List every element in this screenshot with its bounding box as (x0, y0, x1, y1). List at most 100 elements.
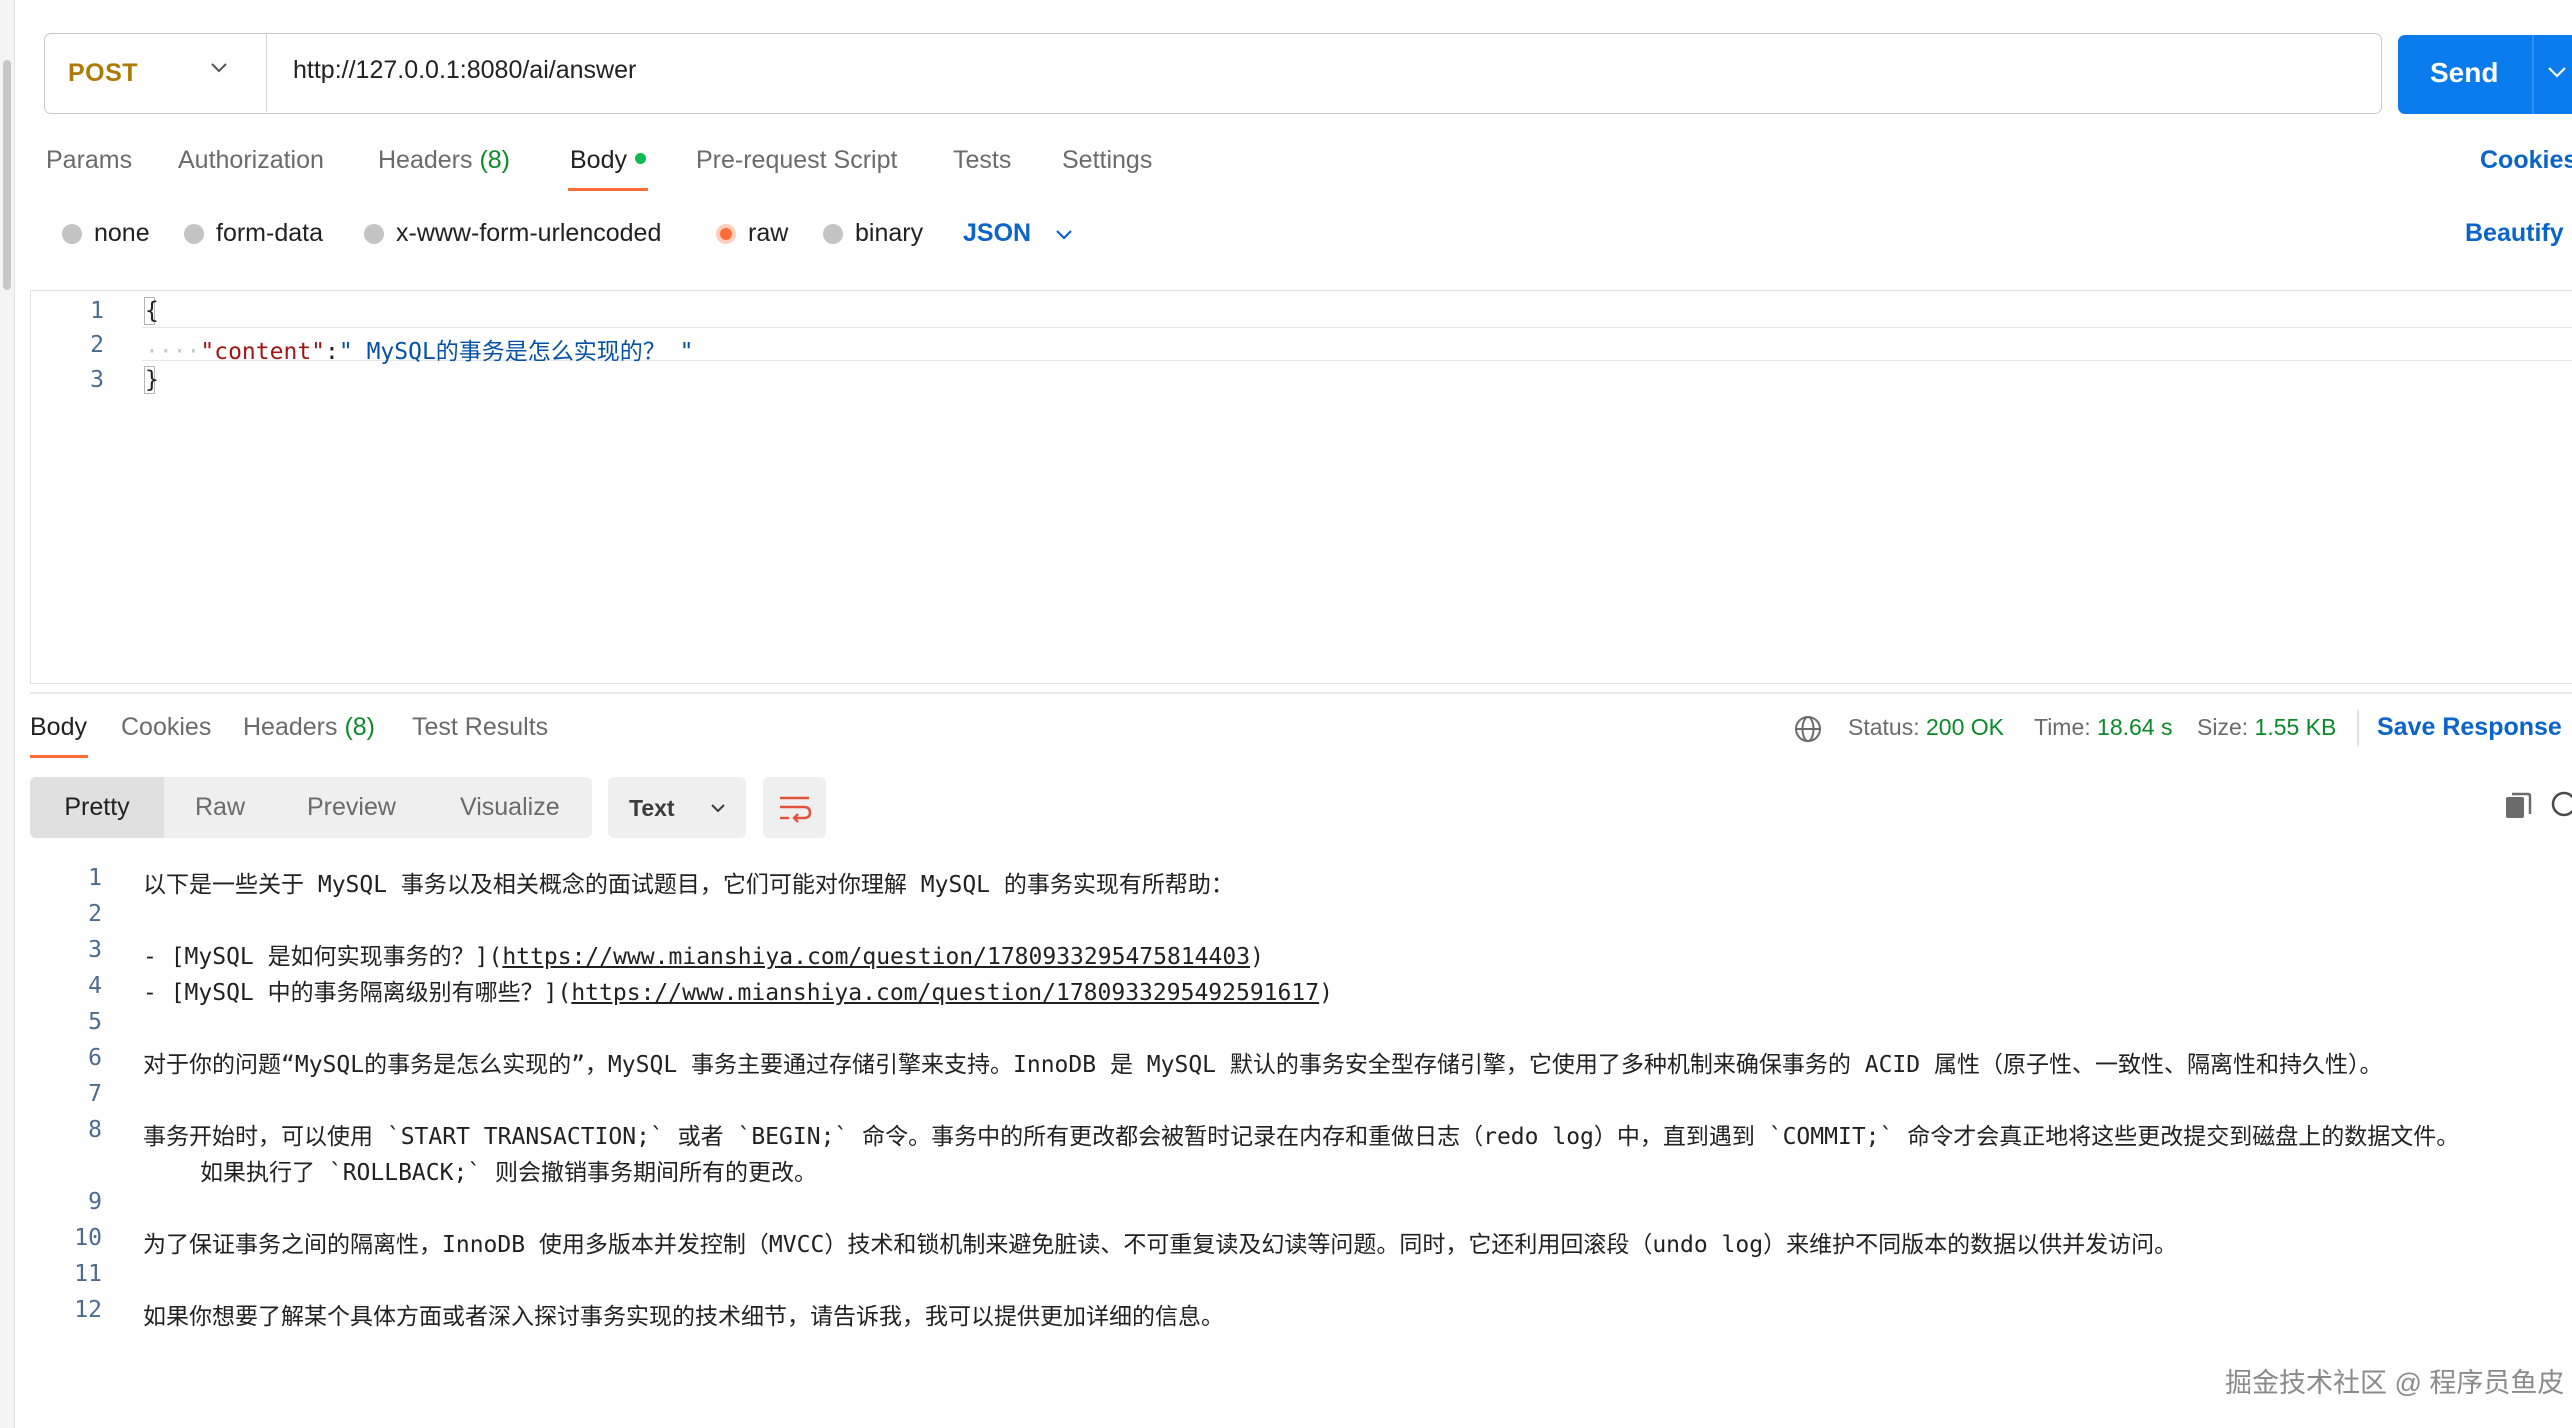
tab-headers-label: Headers (243, 713, 338, 741)
pane-splitter[interactable] (30, 692, 2572, 694)
tab-body-label: Body (570, 146, 627, 174)
code-line-1: { (145, 298, 159, 324)
response-format-label: Text (629, 795, 675, 821)
open-brace: { (145, 298, 159, 324)
globe-icon[interactable] (1793, 714, 1823, 744)
time-value: 18.64 s (2097, 714, 2173, 740)
response-tab-cookies[interactable]: Cookies (121, 713, 211, 742)
body-type-label: form-data (216, 219, 323, 247)
tab-settings[interactable]: Settings (1062, 146, 1152, 175)
tab-headers-label: Headers (378, 146, 473, 174)
time-meta[interactable]: Time: 18.64 s (2034, 714, 2173, 741)
chevron-down-icon[interactable] (1050, 225, 1078, 245)
body-type-binary[interactable]: binary (823, 219, 923, 248)
cookies-link[interactable]: Cookies (2480, 146, 2572, 175)
beautify-button[interactable]: Beautify (2465, 219, 2564, 248)
chevron-down-icon (711, 804, 725, 813)
send-button-label: Send (2430, 57, 2499, 88)
line-number: 4 (88, 973, 102, 999)
response-link[interactable]: https://www.mianshiya.com/question/17809… (502, 944, 1250, 970)
send-button[interactable]: Send (2398, 35, 2572, 114)
close-brace: } (145, 367, 159, 393)
view-preview-button[interactable]: Preview (307, 777, 396, 838)
response-tab-test-results[interactable]: Test Results (412, 713, 548, 742)
body-type-label: raw (748, 219, 789, 247)
line-number: 2 (88, 901, 102, 927)
modified-dot-icon (634, 152, 646, 164)
link-text: - [MySQL 是如何实现事务的？]( (143, 944, 503, 970)
status-meta[interactable]: Status: 200 OK (1848, 714, 2004, 741)
tab-params[interactable]: Params (46, 146, 132, 175)
link-text: - [MySQL 中的事务隔离级别有哪些？]( (143, 980, 572, 1006)
line-number: 1 (88, 865, 102, 891)
line-number: 9 (88, 1189, 102, 1215)
tab-body[interactable]: Body (570, 146, 646, 175)
line-number: 10 (74, 1225, 102, 1251)
tab-authorization[interactable]: Authorization (178, 146, 324, 175)
body-type-raw[interactable]: raw (716, 219, 788, 248)
body-type-label: none (94, 219, 150, 247)
body-type-none[interactable]: none (62, 219, 150, 248)
line-number: 7 (88, 1081, 102, 1107)
radio-icon (62, 223, 82, 244)
response-line: - [MySQL 中的事务隔离级别有哪些？](https://www.mians… (143, 973, 1333, 1007)
line-number: 5 (88, 1009, 102, 1035)
wrap-lines-icon (780, 796, 812, 823)
wrap-lines-button[interactable] (763, 777, 826, 838)
search-icon[interactable] (2548, 788, 2572, 822)
send-split-divider (2532, 35, 2534, 114)
response-line: 以下是一些关于 MySQL 事务以及相关概念的面试题目，它们可能对你理解 MyS… (143, 872, 1234, 898)
view-pretty-button[interactable]: Pretty (30, 777, 164, 838)
body-type-form-data[interactable]: form-data (184, 219, 323, 248)
copy-icon[interactable] (2502, 790, 2534, 822)
line-number: 8 (88, 1117, 102, 1143)
url-input[interactable]: http://127.0.0.1:8080/ai/answer (293, 56, 636, 85)
scrollbar-thumb[interactable] (3, 60, 11, 290)
chevron-down-icon (211, 63, 227, 73)
radio-icon (823, 223, 843, 244)
size-value: 1.55 KB (2254, 714, 2337, 740)
method-selector[interactable]: POST (45, 34, 267, 112)
active-tab-indicator (30, 755, 88, 758)
request-url-bar: POST http://127.0.0.1:8080/ai/answer (44, 33, 2382, 114)
save-response-button[interactable]: Save Response (2377, 713, 2562, 742)
radio-icon (184, 223, 204, 244)
body-type-urlencoded[interactable]: x-www-form-urlencoded (364, 219, 661, 248)
line-number: 2 (90, 332, 104, 358)
divider (2357, 710, 2359, 746)
json-colon: : (325, 339, 339, 365)
json-key: "content" (200, 339, 326, 365)
response-tab-headers[interactable]: Headers (8) (243, 713, 375, 742)
active-tab-indicator (568, 188, 648, 191)
status-value: 200 OK (1926, 714, 2004, 740)
tab-headers-count: (8) (344, 713, 376, 741)
watermark: 掘金技术社区 @ 程序员鱼皮 (2225, 1368, 2565, 1398)
view-raw-button[interactable]: Raw (195, 777, 245, 838)
response-tab-body[interactable]: Body (30, 713, 87, 742)
tab-headers[interactable]: Headers (8) (378, 146, 510, 175)
response-line: 为了保证事务之间的隔离性，InnoDB 使用多版本并发控制（MVCC）技术和锁机… (143, 1232, 2178, 1258)
tab-tests[interactable]: Tests (953, 146, 1011, 175)
json-value: " MySQL的事务是怎么实现的？ " (338, 339, 694, 365)
view-visualize-button[interactable]: Visualize (460, 777, 560, 838)
body-type-label: x-www-form-urlencoded (396, 219, 662, 247)
line-number: 6 (88, 1045, 102, 1071)
response-line: 如果你想要了解某个具体方面或者深入探讨事务实现的技术细节，请告诉我，我可以提供更… (143, 1304, 1224, 1330)
response-format-select[interactable]: Text (608, 777, 746, 838)
tab-pre-request-script[interactable]: Pre-request Script (696, 146, 897, 175)
line-number: 3 (88, 937, 102, 963)
response-line-continuation: 如果执行了 `ROLLBACK;` 则会撤销事务期间所有的更改。 (200, 1160, 818, 1186)
time-label: Time: (2034, 714, 2091, 740)
chevron-down-icon[interactable] (2544, 59, 2570, 85)
radio-icon (364, 223, 384, 244)
raw-format-select[interactable]: JSON (963, 219, 1031, 248)
radio-selected-icon (716, 223, 736, 244)
tab-headers-count: (8) (479, 146, 511, 174)
response-link[interactable]: https://www.mianshiya.com/question/17809… (571, 980, 1319, 1006)
size-meta[interactable]: Size: 1.55 KB (2197, 714, 2336, 741)
response-line: 对于你的问题“MySQL的事务是怎么实现的”，MySQL 事务主要通过存储引擎来… (143, 1052, 2383, 1078)
link-close: ) (1319, 980, 1333, 1006)
line-number: 11 (74, 1261, 102, 1287)
response-line: 事务开始时，可以使用 `START TRANSACTION;` 或者 `BEGI… (143, 1124, 2460, 1150)
line-number: 12 (74, 1297, 102, 1323)
